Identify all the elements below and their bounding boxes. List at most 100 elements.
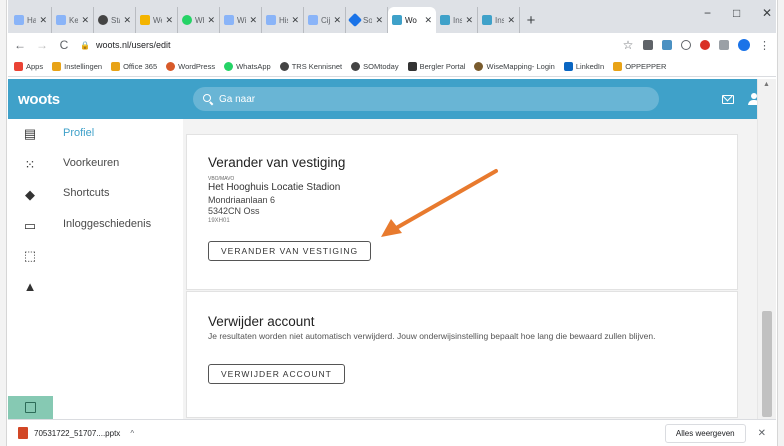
back-arrow-icon[interactable]: ←: [14, 38, 26, 52]
tab-close-icon[interactable]: ✕: [333, 15, 341, 26]
show-all-downloads-button[interactable]: Alles weergeven: [664, 423, 746, 443]
bookmark-label: WiseMapping- Login: [486, 62, 555, 71]
bookmark-item[interactable]: WhatsApp: [224, 62, 271, 71]
bookmark-label: Bergler Portal: [419, 62, 466, 71]
browser-tab[interactable]: Inst✕: [478, 7, 520, 33]
tab-close-icon[interactable]: ✕: [123, 15, 131, 26]
search-icon: [203, 94, 213, 104]
maximize-button[interactable]: □: [733, 6, 740, 20]
globe-icon: [351, 62, 361, 71]
download-bar: 70531722_51707....pptx ^ Alles weergeven…: [8, 419, 776, 446]
extension-icon[interactable]: [681, 40, 691, 50]
tab-close-icon[interactable]: ✕: [165, 15, 173, 26]
tab-close-icon[interactable]: ✕: [375, 15, 383, 26]
page-scrollbar[interactable]: ▲: [757, 79, 776, 419]
minimize-button[interactable]: −: [704, 6, 711, 20]
scroll-up-icon[interactable]: ▲: [763, 81, 770, 88]
documents-icon[interactable]: ▤: [23, 127, 37, 141]
tab-favicon-icon: [182, 15, 192, 25]
folder-icon[interactable]: ▭: [23, 219, 37, 233]
bookmark-item[interactable]: OPPEPPER: [613, 62, 666, 71]
download-item[interactable]: 70531722_51707....pptx ^: [18, 427, 134, 439]
menu-item-voorkeuren[interactable]: Voorkeuren: [63, 157, 119, 169]
tab-favicon-icon: [266, 15, 276, 25]
browser-tab[interactable]: Hist✕: [262, 7, 304, 33]
browser-tab[interactable]: Son✕: [346, 7, 388, 33]
change-location-button[interactable]: VERANDER VAN VESTIGING: [208, 241, 372, 261]
delete-account-title: Verwijder account: [208, 314, 315, 329]
profile-avatar-icon[interactable]: [738, 39, 750, 51]
extension-icon[interactable]: [662, 40, 672, 50]
bookmark-item[interactable]: SOMtoday: [351, 62, 399, 71]
bookmark-item[interactable]: Instellingen: [52, 62, 102, 71]
tab-favicon-icon: [56, 15, 66, 25]
menu-item-shortcuts[interactable]: Shortcuts: [63, 187, 109, 199]
tab-close-icon[interactable]: ✕: [207, 15, 215, 26]
search-placeholder: Ga naar: [219, 93, 256, 105]
bookmark-favicon-icon: [613, 62, 623, 71]
woots-logo[interactable]: woots: [18, 91, 193, 108]
linkedin-icon: [563, 62, 573, 71]
tab-close-icon[interactable]: ✕: [465, 15, 473, 26]
menu-item-inloggeschiedenis[interactable]: Inloggeschiedenis: [63, 218, 151, 230]
url-field[interactable]: 🔒 woots.nl/users/edit: [80, 40, 171, 50]
browser-tab[interactable]: Wil✕: [220, 7, 262, 33]
browser-tab[interactable]: Wh✕: [178, 7, 220, 33]
new-tab-button[interactable]: +: [520, 7, 542, 33]
mail-icon[interactable]: [722, 94, 734, 104]
rail-bottom-button[interactable]: [8, 396, 53, 419]
reload-icon[interactable]: C: [58, 38, 70, 52]
apps-grid-icon: [14, 62, 23, 71]
tab-favicon-icon: [98, 15, 108, 25]
window-close-button[interactable]: ✕: [762, 6, 772, 20]
bookmark-label: Instellingen: [64, 62, 103, 71]
left-icon-rail: ▤ ⁙ ◆ ▭ ⬚ ▲: [8, 119, 53, 419]
bookmark-item[interactable]: Bergler Portal: [407, 62, 466, 71]
bookmark-item[interactable]: WordPress: [166, 62, 215, 71]
bookmark-item[interactable]: TRS Kennisnet: [279, 62, 342, 71]
tab-close-icon[interactable]: ✕: [507, 15, 515, 26]
tab-strip: Har✕ Keu✕ Stat✕ Wel✕ Wh✕ Wil✕ Hist✕ Cijf…: [8, 0, 776, 33]
bookmark-item[interactable]: WiseMapping- Login: [474, 62, 555, 71]
bookmark-label: WordPress: [178, 62, 216, 71]
forward-arrow-icon[interactable]: →: [36, 38, 48, 52]
browser-tab[interactable]: Keu✕: [52, 7, 94, 33]
shapes-icon[interactable]: ▲: [23, 280, 37, 294]
school-postal: 5342CN Oss: [208, 206, 260, 216]
dashed-square-icon[interactable]: ⬚: [23, 249, 37, 263]
extensions-area: ☆ ⋮: [622, 38, 770, 52]
browser-tab[interactable]: Cijf✕: [304, 7, 346, 33]
extension-icon[interactable]: [719, 40, 729, 50]
scrollbar-thumb[interactable]: [762, 311, 772, 417]
chevron-up-icon[interactable]: ^: [130, 429, 134, 438]
tab-favicon-icon: [14, 15, 24, 25]
bookmark-star-icon[interactable]: ☆: [622, 38, 634, 52]
extension-icon[interactable]: [643, 40, 653, 50]
tab-close-icon[interactable]: ✕: [39, 15, 47, 26]
search-input[interactable]: Ga naar: [193, 87, 659, 111]
bookmark-apps[interactable]: Apps: [14, 62, 43, 71]
browser-tab[interactable]: Wel✕: [136, 7, 178, 33]
tab-label: Wh: [195, 15, 204, 25]
tab-close-icon[interactable]: ✕: [249, 15, 257, 26]
tab-close-icon[interactable]: ✕: [424, 15, 432, 26]
browser-menu-icon[interactable]: ⋮: [759, 39, 770, 52]
pptx-file-icon: [18, 427, 28, 439]
extension-icon[interactable]: [700, 40, 710, 50]
browser-tab-active[interactable]: Wo ✕: [388, 7, 436, 33]
bookmark-item[interactable]: Office 365: [111, 62, 157, 71]
tab-close-icon[interactable]: ✕: [81, 15, 89, 26]
tab-favicon-icon: [308, 15, 318, 25]
browser-tab[interactable]: Stat✕: [94, 7, 136, 33]
browser-tab[interactable]: Har✕: [10, 7, 52, 33]
tab-label: Wil: [237, 15, 247, 25]
menu-item-profiel[interactable]: Profiel: [63, 127, 94, 139]
grid-apps-icon[interactable]: ⁙: [23, 158, 37, 172]
browser-tab[interactable]: Inst✕: [436, 7, 478, 33]
bookmark-item[interactable]: LinkedIn: [563, 62, 604, 71]
download-bar-close-icon[interactable]: ✕: [758, 428, 766, 439]
tab-label: Inst: [495, 15, 504, 25]
delete-account-button[interactable]: VERWIJDER ACCOUNT: [208, 364, 345, 384]
box-icon[interactable]: ◆: [23, 188, 37, 202]
tab-close-icon[interactable]: ✕: [291, 15, 299, 26]
